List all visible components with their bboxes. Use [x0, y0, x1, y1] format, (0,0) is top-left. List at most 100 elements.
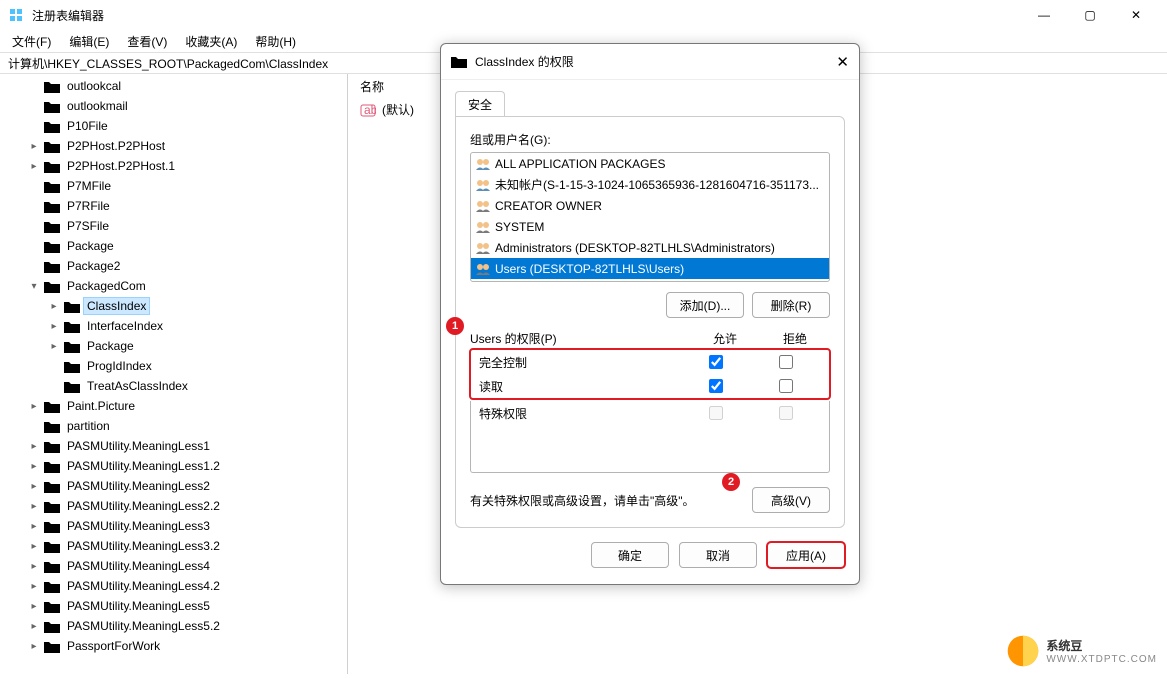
tree-item-pasmutility-meaningless3[interactable]: ▸PASMUtility.MeaningLess3 — [0, 516, 347, 536]
col-name[interactable]: 名称 — [360, 78, 384, 95]
caret-icon[interactable]: ▾ — [24, 281, 44, 292]
tree-item-p2phost-p2phost[interactable]: ▸P2PHost.P2PHost — [0, 136, 347, 156]
tree-item-pasmutility-meaningless5-2[interactable]: ▸ PASMUtility.MeaningLess5.2 — [0, 616, 347, 636]
caret-icon[interactable]: ▸ — [24, 161, 44, 172]
advanced-button[interactable]: 高级(V) — [752, 487, 830, 513]
tree-item-treatasclassindex[interactable]: TreatAsClassIndex — [0, 376, 347, 396]
cancel-button[interactable]: 取消 — [679, 542, 757, 568]
menu-help[interactable]: 帮助(H) — [247, 31, 304, 52]
tree-item-pasmutility-meaningless5[interactable]: ▸PASMUtility.MeaningLess5 — [0, 596, 347, 616]
caret-icon[interactable]: ▸ — [24, 401, 44, 412]
tree-pane[interactable]: outlookcaloutlookmailP10File▸P2PHost.P2P… — [0, 74, 348, 674]
caret-icon[interactable]: ▸ — [24, 441, 44, 452]
caret-icon[interactable]: ▸ — [24, 641, 44, 652]
tree-item-label: PASMUtility.MeaningLess2.2 — [64, 498, 223, 514]
deny-checkbox[interactable] — [779, 379, 793, 393]
deny-checkbox[interactable] — [779, 406, 793, 420]
remove-button[interactable]: 删除(R) — [752, 292, 830, 318]
principal-name: CREATOR OWNER — [495, 199, 602, 213]
deny-checkbox[interactable] — [779, 355, 793, 369]
principal-item[interactable]: SYSTEM — [471, 216, 829, 237]
add-button[interactable]: 添加(D)... — [666, 292, 744, 318]
tree-item-p7sfile[interactable]: P7SFile — [0, 216, 347, 236]
caret-icon[interactable]: ▸ — [24, 521, 44, 532]
principals-listbox[interactable]: ALL APPLICATION PACKAGES 未知帐户(S-1-15-3-10… — [470, 152, 830, 282]
minimize-button[interactable]: — — [1021, 0, 1067, 30]
caret-icon[interactable]: ▸ — [24, 461, 44, 472]
tree-item-pasmutility-meaningless1[interactable]: ▸ PASMUtility.MeaningLess1 — [0, 436, 347, 456]
principal-name: ALL APPLICATION PACKAGES — [495, 157, 666, 171]
tree-item-label: partition — [64, 418, 113, 434]
menu-view[interactable]: 查看(V) — [119, 31, 175, 52]
permissions-label: Users 的权限(P) — [470, 330, 690, 347]
tree-item-paint-picture[interactable]: ▸Paint.Picture — [0, 396, 347, 416]
tree-item-p7rfile[interactable]: P7RFile — [0, 196, 347, 216]
tree-item-passportforwork[interactable]: ▸PassportForWork — [0, 636, 347, 656]
tree-item-p7mfile[interactable]: P7MFile — [0, 176, 347, 196]
folder-icon — [44, 560, 60, 573]
allow-checkbox[interactable] — [709, 406, 723, 420]
caret-icon[interactable]: ▸ — [44, 341, 64, 352]
tree-item-pasmutility-meaningless2-2[interactable]: ▸ PASMUtility.MeaningLess2.2 — [0, 496, 347, 516]
menu-file[interactable]: 文件(F) — [4, 31, 59, 52]
tree-item-classindex[interactable]: ▸ClassIndex — [0, 296, 347, 316]
permission-name: 完全控制 — [479, 354, 681, 371]
allow-checkbox[interactable] — [709, 379, 723, 393]
tab-security[interactable]: 安全 — [455, 91, 505, 117]
tree-item-outlookcal[interactable]: outlookcal — [0, 76, 347, 96]
tree-item-label: P2PHost.P2PHost.1 — [64, 158, 178, 174]
tree-item-pasmutility-meaningless4-2[interactable]: ▸PASMUtility.MeaningLess4.2 — [0, 576, 347, 596]
menu-favorites[interactable]: 收藏夹(A) — [177, 31, 245, 52]
window-title: 注册表编辑器 — [32, 7, 1021, 24]
caret-icon[interactable]: ▸ — [24, 621, 44, 632]
caret-icon[interactable]: ▸ — [24, 581, 44, 592]
principal-item[interactable]: 未知帐户(S-1-15-3-1024-1065365936-1281604716… — [471, 174, 829, 195]
caret-icon[interactable]: ▸ — [44, 301, 64, 312]
caret-icon[interactable]: ▸ — [44, 321, 64, 332]
tree-item-outlookmail[interactable]: outlookmail — [0, 96, 347, 116]
user-icon — [475, 220, 491, 234]
callout-badge-1: 1 — [446, 317, 464, 335]
tree-item-pasmutility-meaningless3-2[interactable]: ▸PASMUtility.MeaningLess3.2 — [0, 536, 347, 556]
ok-button[interactable]: 确定 — [591, 542, 669, 568]
principal-item[interactable]: ALL APPLICATION PACKAGES — [471, 153, 829, 174]
tree-item-label: outlookcal — [64, 78, 124, 94]
tree-item-package2[interactable]: Package2 — [0, 256, 347, 276]
caret-icon[interactable]: ▸ — [24, 541, 44, 552]
tree-item-p10file[interactable]: P10File — [0, 116, 347, 136]
maximize-button[interactable]: ▢ — [1067, 0, 1113, 30]
value-name: (默认) — [382, 101, 414, 118]
tree-item-packagedcom[interactable]: ▾PackagedCom — [0, 276, 347, 296]
folder-icon — [44, 640, 60, 653]
allow-checkbox[interactable] — [709, 355, 723, 369]
tree-item-progidindex[interactable]: ProgIdIndex — [0, 356, 347, 376]
caret-icon[interactable]: ▸ — [24, 561, 44, 572]
close-button[interactable]: ✕ — [1113, 0, 1159, 30]
tree-item-pasmutility-meaningless2[interactable]: ▸PASMUtility.MeaningLess2 — [0, 476, 347, 496]
titlebar[interactable]: 注册表编辑器 — ▢ ✕ — [0, 0, 1167, 30]
tree-item-p2phost-p2phost-1[interactable]: ▸ P2PHost.P2PHost.1 — [0, 156, 347, 176]
tree-item-package[interactable]: Package — [0, 236, 347, 256]
tree-item-interfaceindex[interactable]: ▸InterfaceIndex — [0, 316, 347, 336]
dialog-titlebar[interactable]: ClassIndex 的权限 ✕ — [441, 44, 859, 80]
principal-item[interactable]: Users (DESKTOP-82TLHLS\Users) — [471, 258, 829, 279]
principal-name: Users (DESKTOP-82TLHLS\Users) — [495, 262, 684, 276]
folder-icon — [44, 400, 60, 413]
tree-item-label: PASMUtility.MeaningLess1 — [64, 438, 213, 454]
caret-icon[interactable]: ▸ — [24, 481, 44, 492]
principal-item[interactable]: CREATOR OWNER — [471, 195, 829, 216]
folder-icon — [44, 620, 60, 633]
tree-item-label: PASMUtility.MeaningLess5.2 — [64, 618, 223, 634]
tree-item-partition[interactable]: partition — [0, 416, 347, 436]
caret-icon[interactable]: ▸ — [24, 601, 44, 612]
user-icon — [475, 199, 491, 213]
menu-edit[interactable]: 编辑(E) — [61, 31, 117, 52]
caret-icon[interactable]: ▸ — [24, 501, 44, 512]
principal-item[interactable]: Administrators (DESKTOP-82TLHLS\Administ… — [471, 237, 829, 258]
dialog-close-button[interactable]: ✕ — [813, 53, 849, 71]
tree-item-pasmutility-meaningless4[interactable]: ▸PASMUtility.MeaningLess4 — [0, 556, 347, 576]
apply-button[interactable]: 应用(A) — [767, 542, 845, 568]
tree-item-package[interactable]: ▸Package — [0, 336, 347, 356]
caret-icon[interactable]: ▸ — [24, 141, 44, 152]
tree-item-pasmutility-meaningless1-2[interactable]: ▸PASMUtility.MeaningLess1.2 — [0, 456, 347, 476]
